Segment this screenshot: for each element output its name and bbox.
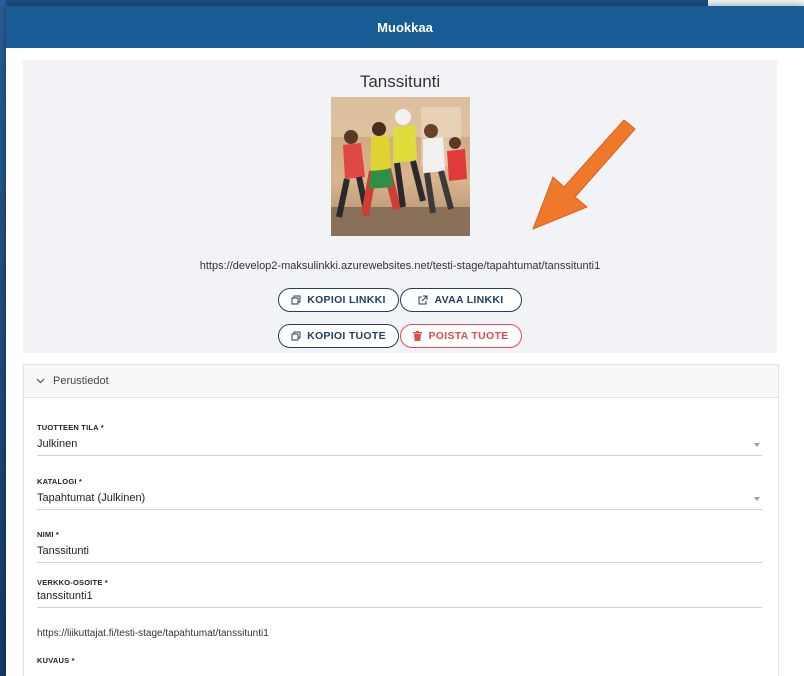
- basic-info-section: Perustiedot TUOTTEEN TILA * Julkinen KAT…: [23, 364, 779, 676]
- chevron-down-icon: [36, 378, 45, 384]
- web-address-input[interactable]: tanssitunti1: [37, 590, 762, 608]
- product-preview: Tanssitunti https://develop2-maksulinkki…: [23, 60, 777, 353]
- field-label: VERKKO-OSOITE *: [37, 578, 108, 587]
- copy-icon: [291, 331, 301, 341]
- copy-product-button[interactable]: KOPIOI TUOTE: [278, 324, 399, 348]
- arrow-down-icon: [532, 119, 636, 230]
- copy-icon: [291, 295, 301, 305]
- field-label: KATALOGI *: [37, 477, 83, 486]
- product-status-select[interactable]: Julkinen: [37, 438, 762, 456]
- field-label: NIMI *: [37, 530, 60, 539]
- catalog-select[interactable]: Tapahtumat (Julkinen): [37, 492, 762, 510]
- catalog-field[interactable]: KATALOGI * Tapahtumat (Julkinen): [37, 477, 762, 510]
- copy-link-button[interactable]: KOPIOI LINKKI: [278, 288, 399, 312]
- trash-icon: [413, 331, 423, 341]
- delete-product-button[interactable]: POISTA TUOTE: [400, 324, 522, 348]
- open-link-button[interactable]: AVAA LINKKI: [400, 288, 522, 312]
- field-label: TUOTTEEN TILA *: [37, 423, 104, 432]
- section-header[interactable]: Perustiedot: [24, 365, 778, 398]
- dialog-header: Muokkaa: [6, 6, 804, 48]
- name-input[interactable]: Tanssitunti: [37, 545, 762, 563]
- dropdown-caret-icon: [754, 443, 760, 447]
- dialog-title: Muokkaa: [377, 19, 433, 35]
- section-title: Perustiedot: [53, 375, 109, 387]
- web-address-field[interactable]: VERKKO-OSOITE * tanssitunti1: [37, 578, 762, 608]
- name-field[interactable]: NIMI * Tanssitunti: [37, 530, 762, 563]
- description-field[interactable]: KUVAUS *: [37, 656, 762, 665]
- field-label: KUVAUS *: [37, 656, 75, 665]
- product-image: [331, 97, 470, 236]
- edit-dialog: Muokkaa Tanssitunti https://develop2-mak…: [6, 6, 804, 676]
- dropdown-caret-icon: [754, 497, 760, 501]
- public-url: https://liikuttajat.fi/testi-stage/tapah…: [37, 628, 269, 639]
- product-title: Tanssitunti: [359, 72, 441, 91]
- product-url: https://develop2-maksulinkki.azurewebsit…: [199, 260, 601, 272]
- external-link-icon: [418, 295, 428, 305]
- product-status-field[interactable]: TUOTTEEN TILA * Julkinen: [37, 423, 762, 456]
